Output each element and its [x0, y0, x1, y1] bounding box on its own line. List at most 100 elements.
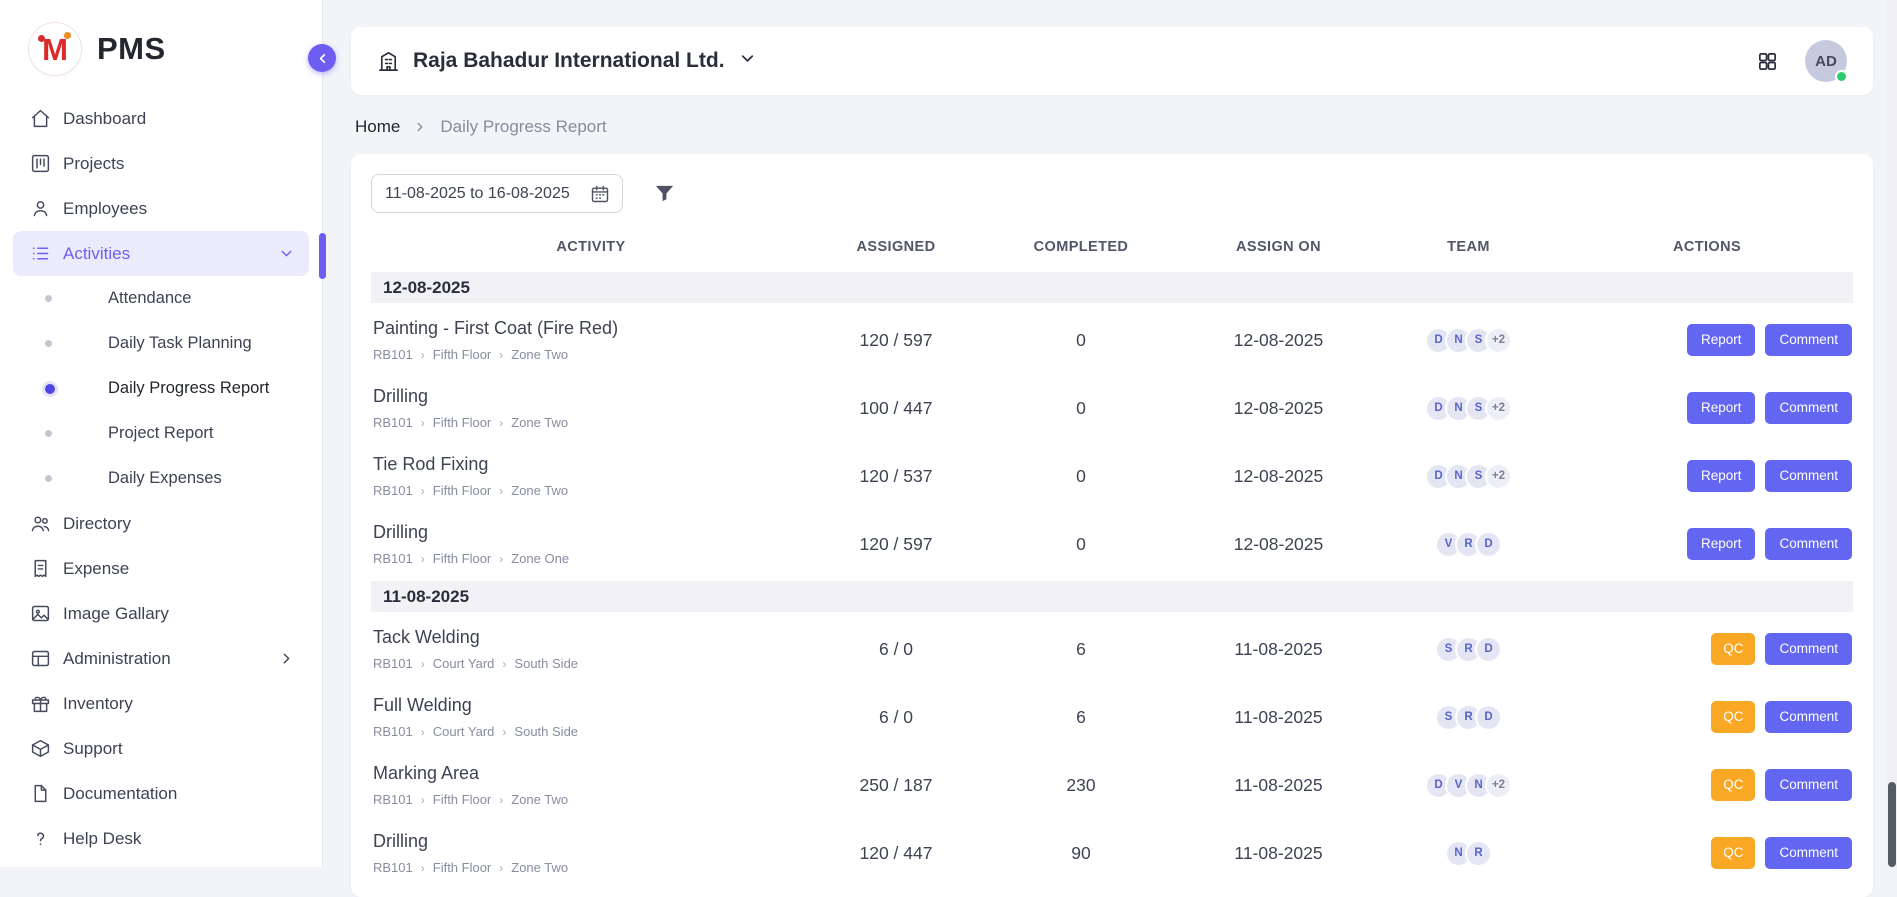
comment-button[interactable]: Comment [1765, 769, 1852, 801]
daily-progress-report-card: 11-08-2025 to 16-08-2025 ACTIVITY ASSIGN… [351, 154, 1873, 897]
date-range-input[interactable]: 11-08-2025 to 16-08-2025 [371, 174, 623, 213]
date-range-value: 11-08-2025 to 16-08-2025 [385, 185, 570, 203]
sidebar-subitem-daily-task-planning[interactable]: Daily Task Planning [0, 321, 322, 366]
team-more-badge[interactable]: +2 [1485, 772, 1512, 799]
qc-button[interactable]: QC [1711, 769, 1755, 801]
location-segment: RB101 [373, 483, 413, 498]
sidebar-item-image-gallery[interactable]: Image Gallary [13, 591, 309, 636]
avatar-initials: AD [1815, 53, 1837, 70]
building-icon [377, 50, 400, 73]
team-avatars: NR [1376, 840, 1561, 867]
sidebar-item-directory[interactable]: Directory [13, 501, 309, 546]
team-member-avatar[interactable]: D [1475, 636, 1502, 663]
activity-row: Painting - First Coat (Fire Red) RB101›F… [371, 306, 1853, 374]
sidebar-item-help-desk[interactable]: Help Desk [13, 816, 309, 861]
apps-grid-icon[interactable] [1756, 50, 1779, 73]
team-member-avatar[interactable]: D [1475, 704, 1502, 731]
breadcrumb-home[interactable]: Home [355, 117, 400, 137]
location-segment: Fifth Floor [433, 347, 492, 362]
sidebar-item-projects[interactable]: Projects [13, 141, 309, 186]
activity-title[interactable]: Full Welding [373, 695, 811, 716]
comment-button[interactable]: Comment [1765, 324, 1852, 356]
column-header-assigned: ASSIGNED [811, 239, 981, 255]
team-member-avatar[interactable]: R [1465, 840, 1492, 867]
comment-button[interactable]: Comment [1765, 528, 1852, 560]
sidebar-subitem-project-report[interactable]: Project Report [0, 411, 322, 456]
assign-on-date: 12-08-2025 [1181, 398, 1376, 419]
comment-button[interactable]: Comment [1765, 837, 1852, 869]
sidebar-item-employees[interactable]: Employees [13, 186, 309, 231]
document-icon [30, 783, 51, 804]
sidebar-subitem-daily-expenses[interactable]: Daily Expenses [0, 456, 322, 501]
team-avatars: DVN+2 [1376, 772, 1561, 799]
chevron-right-icon: › [421, 862, 425, 874]
sidebar-item-activities[interactable]: Activities [13, 231, 309, 276]
location-segment: South Side [514, 656, 578, 671]
qc-button[interactable]: QC [1711, 701, 1755, 733]
sidebar-item-documentation[interactable]: Documentation [13, 771, 309, 816]
group-date: 11-08-2025 [383, 587, 469, 607]
location-segment: Zone Two [511, 347, 568, 362]
comment-button[interactable]: Comment [1765, 460, 1852, 492]
comment-button[interactable]: Comment [1765, 633, 1852, 665]
online-status-dot [1835, 70, 1848, 83]
completed-value: 90 [981, 843, 1181, 864]
sidebar-item-dashboard[interactable]: Dashboard [13, 96, 309, 141]
report-button[interactable]: Report [1687, 392, 1756, 424]
activity-location: RB101›Fifth Floor›Zone Two [373, 347, 811, 362]
gift-box-icon [30, 693, 51, 714]
chevron-right-icon: › [499, 553, 503, 565]
activity-title[interactable]: Marking Area [373, 763, 811, 784]
sidebar-item-inventory[interactable]: Inventory [13, 681, 309, 726]
team-member-avatar[interactable]: D [1475, 531, 1502, 558]
location-segment: Fifth Floor [433, 415, 492, 430]
completed-value: 0 [981, 330, 1181, 351]
filter-icon[interactable] [653, 182, 676, 205]
assign-on-date: 12-08-2025 [1181, 330, 1376, 351]
assign-on-date: 11-08-2025 [1181, 639, 1376, 660]
scrollbar-thumb[interactable] [1888, 782, 1896, 867]
activity-title[interactable]: Drilling [373, 831, 811, 852]
bullet-icon [45, 475, 52, 482]
location-segment: Court Yard [433, 656, 495, 671]
team-more-badge[interactable]: +2 [1485, 395, 1512, 422]
assigned-value: 120 / 597 [811, 534, 981, 555]
sidebar-subitem-attendance[interactable]: Attendance [0, 276, 322, 321]
activity-title[interactable]: Tack Welding [373, 627, 811, 648]
assigned-value: 100 / 447 [811, 398, 981, 419]
report-button[interactable]: Report [1687, 460, 1756, 492]
sidebar-item-administration[interactable]: Administration [13, 636, 309, 681]
activity-title[interactable]: Drilling [373, 522, 811, 543]
report-button[interactable]: Report [1687, 324, 1756, 356]
package-icon [30, 738, 51, 759]
team-more-badge[interactable]: +2 [1485, 327, 1512, 354]
home-icon [30, 108, 51, 129]
activity-title[interactable]: Tie Rod Fixing [373, 454, 811, 475]
team-more-badge[interactable]: +2 [1485, 463, 1512, 490]
row-actions: Report Comment [1561, 528, 1853, 560]
completed-value: 0 [981, 398, 1181, 419]
chevron-right-icon: › [502, 726, 506, 738]
report-button[interactable]: Report [1687, 528, 1756, 560]
users-icon [30, 513, 51, 534]
comment-button[interactable]: Comment [1765, 701, 1852, 733]
row-actions: QC Comment [1561, 701, 1853, 733]
company-selector[interactable]: Raja Bahadur International Ltd. [377, 49, 757, 73]
comment-button[interactable]: Comment [1765, 392, 1852, 424]
bullet-icon [45, 295, 52, 302]
user-avatar[interactable]: AD [1805, 40, 1847, 82]
sidebar-subitem-daily-progress-report[interactable]: Daily Progress Report [0, 366, 322, 411]
page-scrollbar[interactable] [1887, 0, 1897, 867]
chevron-down-icon [278, 245, 295, 262]
activity-row: Tack Welding RB101›Court Yard›South Side… [371, 615, 1853, 683]
location-segment: South Side [514, 724, 578, 739]
sidebar-collapse-button[interactable] [308, 44, 336, 72]
activity-title[interactable]: Drilling [373, 386, 811, 407]
qc-button[interactable]: QC [1711, 633, 1755, 665]
date-group-header: 12-08-2025 [371, 272, 1853, 303]
activity-title[interactable]: Painting - First Coat (Fire Red) [373, 318, 811, 339]
qc-button[interactable]: QC [1711, 837, 1755, 869]
team-avatars: SRD [1376, 636, 1561, 663]
sidebar-item-expense[interactable]: Expense [13, 546, 309, 591]
sidebar-item-support[interactable]: Support [13, 726, 309, 771]
